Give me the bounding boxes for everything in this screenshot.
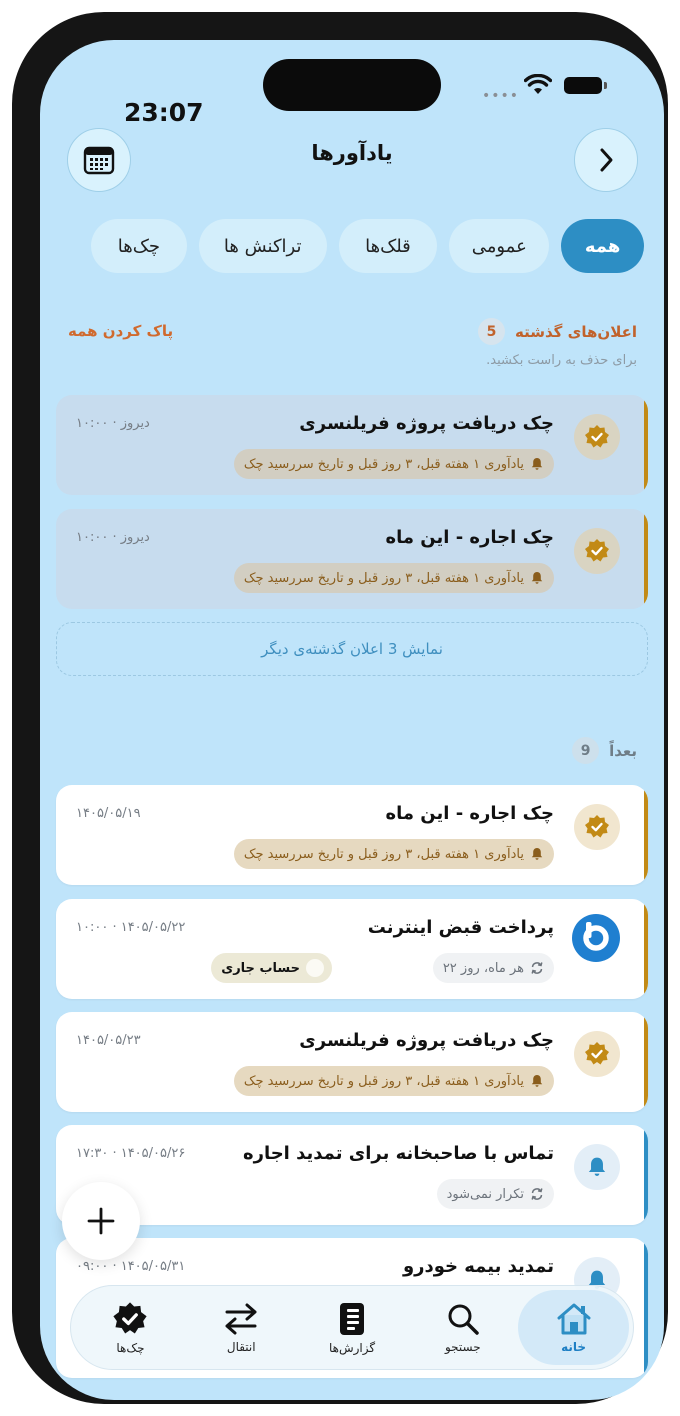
card-accent xyxy=(644,1238,648,1378)
upcoming-reminder-card[interactable]: چک دریافت پروژه فریلنسری ۱۴۰۵/۰۵/۲۳ یادآ… xyxy=(56,1012,648,1112)
tab-all[interactable]: همه xyxy=(561,219,644,273)
reminder-title: پرداخت قبض اینترنت xyxy=(367,917,554,938)
repeat-pill: تکرار نمی‌شود xyxy=(436,1179,554,1209)
account-pill: حساب جاری xyxy=(211,953,332,983)
reminder-date: ۱۴۰۵/۰۵/۲۲ · ۱۰:۰۰ xyxy=(76,920,186,935)
battery-icon xyxy=(564,77,607,94)
reminder-title: تماس با صاحبخانه برای تمدید اجاره xyxy=(242,1143,554,1164)
reminder-title: چک اجاره - این ماه xyxy=(385,803,555,824)
nav-label: انتقال xyxy=(226,1339,256,1354)
bottom-nav: خانه جستجو گزارش‌ها انتقال چک‌ها xyxy=(70,1285,634,1370)
reminder-date: دیروز · ۱۰:۰۰ xyxy=(76,530,150,545)
chevron-right-icon xyxy=(600,148,613,172)
card-accent xyxy=(644,899,648,999)
tab-transactions[interactable]: تراکنش ها xyxy=(198,219,327,273)
bell-icon xyxy=(531,458,543,470)
reminder-title: چک دریافت پروژه فریلنسری xyxy=(299,1030,554,1051)
search-icon xyxy=(448,1304,479,1335)
tab-piggy-banks[interactable]: قلک‌ها xyxy=(338,219,438,273)
card-accent xyxy=(644,395,648,495)
bell-icon xyxy=(531,1075,543,1087)
bell-icon xyxy=(574,1144,620,1190)
nav-label: خانه xyxy=(561,1339,587,1354)
signal-icon: •••• xyxy=(482,88,520,104)
wifi-icon xyxy=(524,74,552,94)
card-accent xyxy=(644,1125,648,1225)
check-icon xyxy=(574,804,620,850)
dynamic-island xyxy=(263,59,441,111)
reminder-date: ۱۴۰۵/۰۵/۲۳ xyxy=(76,1033,141,1048)
card-accent xyxy=(644,1012,648,1112)
account-name: حساب جاری xyxy=(221,960,300,976)
show-more-past-button[interactable]: نمایش 3 اعلان گذشته‌ی دیگر xyxy=(56,622,648,676)
check-badge-icon xyxy=(113,1301,148,1334)
nav-reports[interactable]: گزارش‌ها xyxy=(297,1290,408,1365)
nav-checks[interactable]: چک‌ها xyxy=(75,1290,186,1365)
transfer-icon xyxy=(225,1303,257,1334)
reminder-date: ۱۴۰۵/۰۵/۳۱ · ۰۹:۰۰ xyxy=(76,1259,186,1274)
report-icon xyxy=(340,1302,365,1335)
card-accent xyxy=(644,509,648,609)
bank-logo-icon xyxy=(572,914,620,962)
calendar-button[interactable] xyxy=(67,128,131,192)
check-icon xyxy=(574,1031,620,1077)
upcoming-count-badge: 9 xyxy=(572,737,600,764)
check-icon xyxy=(574,414,620,460)
phone-frame: 23:07 •••• یادآورها همه عمومی قلک‌ها ترا… xyxy=(12,12,668,1404)
upcoming-reminder-card[interactable]: پرداخت قبض اینترنت ۱۴۰۵/۰۵/۲۲ · ۱۰:۰۰ هر… xyxy=(56,899,648,999)
upcoming-section-header: بعداً 9 xyxy=(572,737,637,764)
filter-tabs: همه عمومی قلک‌ها تراکنش ها چک‌ها xyxy=(91,219,644,273)
reminder-schedule-pill: یادآوری ۱ هفته قبل، ۳ روز قبل و تاریخ سر… xyxy=(233,563,554,593)
tab-general[interactable]: عمومی xyxy=(449,219,550,273)
card-accent xyxy=(644,785,648,885)
nav-label: جستجو xyxy=(444,1339,481,1354)
upcoming-reminder-card[interactable]: تماس با صاحبخانه برای تمدید اجاره ۱۴۰۵/۰… xyxy=(56,1125,648,1225)
reminder-schedule-pill: یادآوری ۱ هفته قبل، ۳ روز قبل و تاریخ سر… xyxy=(233,839,554,869)
tab-checks[interactable]: چک‌ها xyxy=(91,219,187,273)
nav-label: گزارش‌ها xyxy=(328,1340,376,1355)
app-screen: 23:07 •••• یادآورها همه عمومی قلک‌ها ترا… xyxy=(40,40,664,1400)
add-reminder-button[interactable] xyxy=(62,1182,140,1260)
repeat-pill: هر ماه، روز ۲۲ xyxy=(432,953,554,983)
reminder-schedule-text: یادآوری ۱ هفته قبل، ۳ روز قبل و تاریخ سر… xyxy=(243,1073,524,1089)
page-title: یادآورها xyxy=(311,141,393,165)
bell-icon xyxy=(531,848,543,860)
reminder-schedule-text: یادآوری ۱ هفته قبل، ۳ روز قبل و تاریخ سر… xyxy=(243,456,524,472)
reminder-schedule-text: یادآوری ۱ هفته قبل، ۳ روز قبل و تاریخ سر… xyxy=(243,570,524,586)
reminder-schedule-pill: یادآوری ۱ هفته قبل، ۳ روز قبل و تاریخ سر… xyxy=(233,1066,554,1096)
clear-all-button[interactable]: پاک کردن همه xyxy=(68,322,173,340)
reminder-date: دیروز · ۱۰:۰۰ xyxy=(76,416,150,431)
swipe-hint: برای حذف به راست بکشید. xyxy=(486,353,637,368)
past-reminder-card[interactable]: چک اجاره - این ماه دیروز · ۱۰:۰۰ یادآوری… xyxy=(56,509,648,609)
reminder-title: چک دریافت پروژه فریلنسری xyxy=(299,413,554,434)
calendar-icon xyxy=(83,146,115,175)
nav-search[interactable]: جستجو xyxy=(407,1290,518,1365)
check-icon xyxy=(574,528,620,574)
status-time: 23:07 xyxy=(124,98,204,127)
nav-label: چک‌ها xyxy=(116,1340,145,1355)
repeat-text: هر ماه، روز ۲۲ xyxy=(442,960,524,976)
reminder-schedule-pill: یادآوری ۱ هفته قبل، ۳ روز قبل و تاریخ سر… xyxy=(233,449,554,479)
past-section-header: اعلان‌های گذشته 5 xyxy=(478,318,637,345)
repeat-icon xyxy=(531,1188,543,1200)
back-button[interactable] xyxy=(574,128,638,192)
nav-home[interactable]: خانه xyxy=(518,1290,629,1365)
nav-transfer[interactable]: انتقال xyxy=(186,1290,297,1365)
reminder-date: ۱۴۰۵/۰۵/۲۶ · ۱۷:۳۰ xyxy=(76,1146,186,1161)
repeat-text: تکرار نمی‌شود xyxy=(446,1186,524,1202)
past-section-title: اعلان‌های گذشته xyxy=(515,322,637,341)
repeat-icon xyxy=(531,962,543,974)
reminder-title: تمدید بیمه خودرو xyxy=(402,1256,554,1277)
upcoming-reminder-card[interactable]: چک اجاره - این ماه ۱۴۰۵/۰۵/۱۹ یادآوری ۱ … xyxy=(56,785,648,885)
past-count-badge: 5 xyxy=(478,318,506,345)
bell-icon xyxy=(531,572,543,584)
plus-icon xyxy=(87,1207,115,1235)
reminder-title: چک اجاره - این ماه xyxy=(385,527,555,548)
past-reminder-card[interactable]: چک دریافت پروژه فریلنسری دیروز · ۱۰:۰۰ ی… xyxy=(56,395,648,495)
account-dot-icon xyxy=(306,959,324,977)
upcoming-section-title: بعداً xyxy=(609,741,637,760)
home-icon xyxy=(557,1303,591,1334)
reminder-schedule-text: یادآوری ۱ هفته قبل، ۳ روز قبل و تاریخ سر… xyxy=(243,846,524,862)
reminder-date: ۱۴۰۵/۰۵/۱۹ xyxy=(76,806,141,821)
